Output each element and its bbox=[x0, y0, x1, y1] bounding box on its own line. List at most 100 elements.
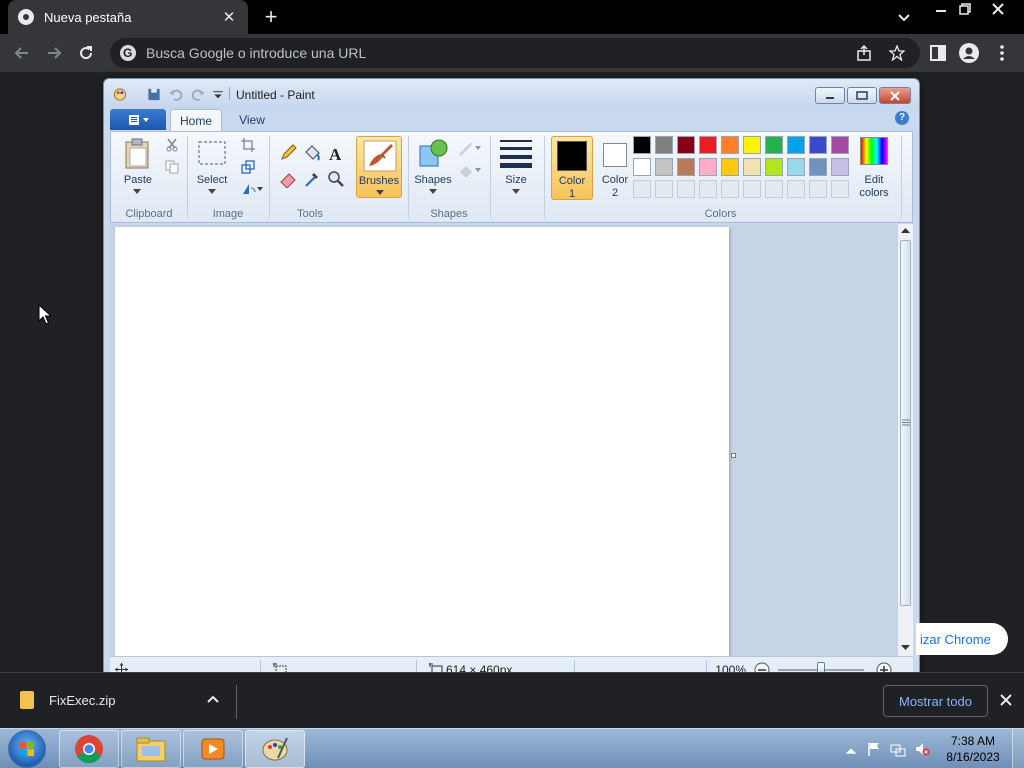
clock-time[interactable]: 7:38 AM bbox=[942, 734, 1004, 748]
reload-button[interactable] bbox=[75, 42, 97, 64]
custom-color-slot[interactable] bbox=[655, 180, 673, 198]
palette-swatch[interactable] bbox=[765, 158, 783, 176]
volume-muted-icon[interactable] bbox=[914, 741, 930, 757]
text-tool-button[interactable]: A bbox=[325, 142, 347, 164]
custom-color-slot[interactable] bbox=[743, 180, 761, 198]
redo-icon[interactable] bbox=[190, 87, 206, 102]
show-all-downloads-button[interactable]: Mostrar todo bbox=[883, 685, 988, 717]
customize-chrome-button[interactable]: izar Chrome bbox=[916, 623, 1008, 655]
tab-view[interactable]: View bbox=[228, 109, 276, 131]
custom-color-slot[interactable] bbox=[633, 180, 651, 198]
magnifier-tool-button[interactable] bbox=[325, 168, 347, 190]
custom-color-slot[interactable] bbox=[809, 180, 827, 198]
fill-tool-button[interactable] bbox=[301, 142, 323, 164]
taskbar-chrome-button[interactable] bbox=[59, 730, 119, 768]
network-icon[interactable] bbox=[890, 741, 906, 757]
custom-color-slot[interactable] bbox=[677, 180, 695, 198]
color1-button[interactable]: Color 1 bbox=[551, 136, 593, 200]
save-icon[interactable] bbox=[146, 87, 162, 102]
omnibox-input[interactable] bbox=[146, 45, 826, 61]
palette-swatch[interactable] bbox=[787, 136, 805, 154]
customize-qat-icon[interactable] bbox=[210, 87, 226, 102]
eraser-tool-button[interactable] bbox=[277, 168, 299, 190]
palette-swatch[interactable] bbox=[633, 136, 651, 154]
kebab-menu-icon[interactable] bbox=[995, 44, 1009, 62]
resize-icon[interactable] bbox=[241, 160, 255, 174]
help-icon[interactable]: ? bbox=[895, 111, 909, 125]
palette-swatch[interactable] bbox=[699, 158, 717, 176]
back-button[interactable] bbox=[11, 42, 33, 64]
show-desktop-button[interactable] bbox=[1012, 729, 1024, 768]
palette-swatch[interactable] bbox=[831, 136, 849, 154]
paste-dropdown-icon[interactable] bbox=[133, 189, 141, 195]
brushes-button[interactable]: Brushes bbox=[356, 136, 402, 198]
share-icon[interactable] bbox=[856, 45, 872, 61]
rotate-icon[interactable] bbox=[241, 182, 263, 196]
paint-app-menu-button[interactable] bbox=[110, 109, 166, 130]
show-hidden-icons-icon[interactable] bbox=[843, 743, 859, 759]
profile-avatar[interactable] bbox=[959, 43, 979, 63]
tab-search-chevron-icon[interactable] bbox=[894, 8, 914, 28]
palette-swatch[interactable] bbox=[721, 136, 739, 154]
tab-home[interactable]: Home bbox=[170, 109, 222, 131]
download-file-name[interactable]: FixExec.zip bbox=[49, 693, 115, 708]
start-button[interactable] bbox=[8, 730, 46, 768]
close-window-button[interactable] bbox=[985, 0, 1011, 18]
scroll-up-icon[interactable] bbox=[901, 228, 910, 234]
forward-button[interactable] bbox=[43, 42, 65, 64]
scroll-down-icon[interactable] bbox=[901, 645, 910, 651]
palette-swatch[interactable] bbox=[787, 158, 805, 176]
outline-icon[interactable] bbox=[457, 140, 483, 156]
taskbar-explorer-button[interactable] bbox=[121, 730, 181, 768]
drawing-canvas[interactable] bbox=[115, 227, 729, 656]
palette-swatch[interactable] bbox=[655, 136, 673, 154]
size-icon[interactable] bbox=[499, 138, 533, 168]
custom-color-slot[interactable] bbox=[787, 180, 805, 198]
chevron-up-icon[interactable] bbox=[205, 691, 221, 707]
palette-swatch[interactable] bbox=[831, 158, 849, 176]
palette-swatch[interactable] bbox=[809, 158, 827, 176]
palette-swatch[interactable] bbox=[743, 158, 761, 176]
tab-close-icon[interactable]: ✕ bbox=[220, 8, 238, 26]
pencil-tool-button[interactable] bbox=[277, 142, 299, 164]
shapes-dropdown-icon[interactable] bbox=[429, 189, 437, 195]
minimize-button[interactable] bbox=[928, 0, 954, 18]
undo-icon[interactable] bbox=[168, 87, 184, 102]
taskbar-media-player-button[interactable] bbox=[183, 730, 243, 768]
close-downloads-icon[interactable] bbox=[998, 692, 1014, 708]
copy-icon[interactable] bbox=[165, 160, 179, 174]
edit-colors-icon[interactable] bbox=[860, 137, 888, 165]
palette-swatch[interactable] bbox=[655, 158, 673, 176]
shapes-icon[interactable] bbox=[417, 138, 449, 170]
omnibox[interactable] bbox=[110, 38, 920, 68]
palette-swatch[interactable] bbox=[809, 136, 827, 154]
side-panel-icon[interactable] bbox=[929, 44, 947, 62]
palette-swatch[interactable] bbox=[677, 158, 695, 176]
new-tab-button[interactable]: + bbox=[258, 4, 284, 30]
vertical-scrollbar[interactable] bbox=[897, 224, 913, 656]
palette-swatch[interactable] bbox=[633, 158, 651, 176]
cut-icon[interactable] bbox=[165, 138, 179, 152]
taskbar-paint-button[interactable] bbox=[245, 730, 305, 768]
custom-color-slot[interactable] bbox=[831, 180, 849, 198]
action-center-flag-icon[interactable] bbox=[866, 741, 882, 757]
edit-colors-label-line2[interactable]: colors bbox=[853, 187, 895, 200]
fill-icon[interactable] bbox=[457, 162, 483, 178]
size-dropdown-icon[interactable] bbox=[512, 189, 520, 195]
custom-color-slot[interactable] bbox=[699, 180, 717, 198]
color-picker-tool-button[interactable] bbox=[301, 168, 323, 190]
select-icon[interactable] bbox=[197, 140, 227, 166]
edit-colors-label-line1[interactable]: Edit bbox=[853, 174, 895, 187]
palette-swatch[interactable] bbox=[677, 136, 695, 154]
bookmark-star-icon[interactable] bbox=[889, 45, 905, 61]
paint-maximize-button[interactable] bbox=[847, 87, 877, 104]
paint-minimize-button[interactable] bbox=[815, 87, 845, 104]
palette-swatch[interactable] bbox=[743, 136, 761, 154]
paint-close-button[interactable] bbox=[879, 87, 911, 104]
select-dropdown-icon[interactable] bbox=[208, 189, 216, 195]
crop-icon[interactable] bbox=[241, 138, 255, 152]
custom-color-slot[interactable] bbox=[721, 180, 739, 198]
palette-swatch[interactable] bbox=[699, 136, 717, 154]
scrollbar-thumb[interactable] bbox=[900, 240, 911, 606]
custom-color-slot[interactable] bbox=[765, 180, 783, 198]
